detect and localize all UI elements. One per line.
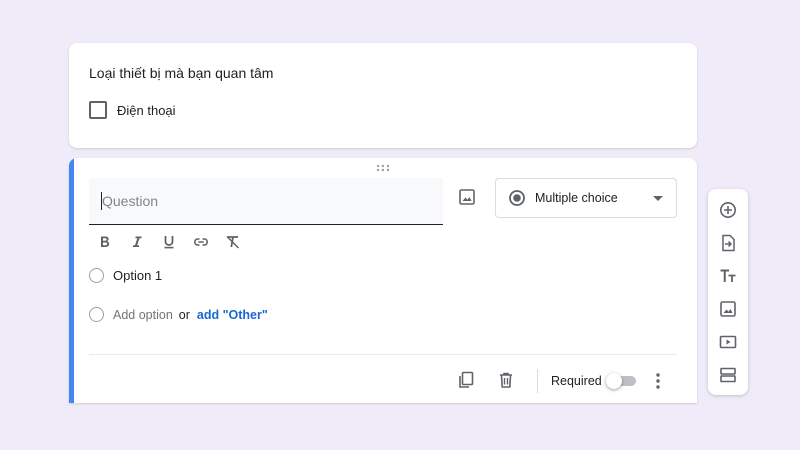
or-label: or [178, 307, 190, 322]
checkbox-option-label: Điện thoại [117, 102, 176, 118]
required-label: Required [551, 374, 602, 388]
add-video-icon[interactable] [719, 333, 737, 351]
option-label[interactable]: Option 1 [113, 268, 162, 283]
add-option-row: Add option or add "Other" [89, 307, 268, 322]
radio-button-icon [508, 189, 526, 207]
radio-icon [89, 268, 104, 283]
question-input[interactable] [101, 192, 432, 210]
italic-icon[interactable] [129, 234, 145, 250]
add-question-icon[interactable] [719, 201, 737, 219]
option-row[interactable]: Option 1 [89, 268, 162, 283]
active-card-accent [69, 158, 74, 403]
clear-format-icon[interactable] [225, 234, 241, 250]
add-image-icon[interactable] [458, 188, 476, 206]
vertical-separator [537, 369, 538, 393]
question-title: Loại thiết bị mà bạn quan tâm [89, 65, 274, 81]
duplicate-icon[interactable] [457, 371, 475, 389]
question-field[interactable] [89, 178, 443, 225]
add-image-icon[interactable] [719, 300, 737, 318]
add-section-icon[interactable] [719, 366, 737, 384]
radio-icon [89, 307, 104, 322]
link-icon[interactable] [193, 234, 209, 250]
add-title-icon[interactable] [719, 267, 737, 285]
checkbox[interactable] [89, 101, 107, 119]
import-questions-icon[interactable] [719, 234, 737, 252]
toggle-knob [606, 373, 622, 389]
checkbox-option[interactable]: Điện thoại [89, 101, 176, 119]
question-card-2-editing[interactable]: Multiple choice Option 1 Add option or a… [69, 158, 697, 403]
dropdown-arrow-icon [653, 196, 663, 202]
question-type-select[interactable]: Multiple choice [495, 178, 677, 218]
question-type-label: Multiple choice [535, 191, 618, 205]
question-card-1[interactable]: Loại thiết bị mà bạn quan tâm Điện thoại [69, 43, 697, 148]
delete-icon[interactable] [497, 371, 515, 389]
required-toggle[interactable] [606, 373, 638, 389]
more-options-icon[interactable] [651, 372, 665, 390]
drag-handle-icon[interactable] [375, 164, 391, 172]
add-other-button[interactable]: add "Other" [197, 308, 268, 322]
bold-icon[interactable] [97, 234, 113, 250]
underline-icon[interactable] [161, 234, 177, 250]
add-option-button[interactable]: Add option [113, 308, 173, 322]
divider [89, 354, 677, 355]
side-toolbar [708, 189, 748, 395]
